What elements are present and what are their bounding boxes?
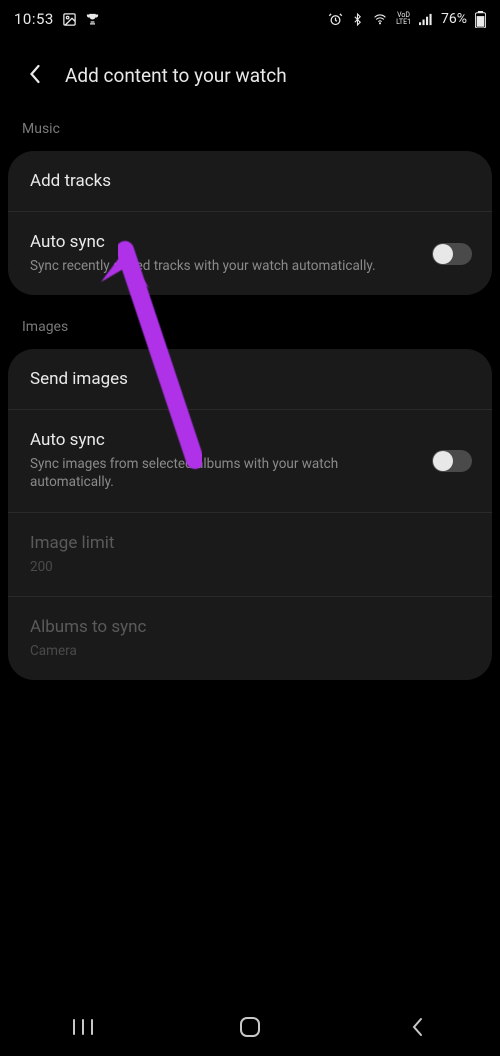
page-title: Add content to your watch [65, 64, 287, 87]
bluetooth-icon [351, 12, 364, 27]
status-bar: 10:53 VoDLTE1 76% [0, 0, 500, 38]
battery-percent: 76% [441, 11, 467, 27]
albums-to-sync-title: Albums to sync [30, 617, 470, 637]
images-auto-sync-row: Auto sync Sync images from selected albu… [8, 409, 492, 511]
nav-recents-button[interactable] [53, 1008, 113, 1049]
music-auto-sync-row: Auto sync Sync recently added tracks wit… [8, 211, 492, 295]
images-auto-sync-desc: Sync images from selected albums with yo… [30, 455, 390, 491]
alarm-icon [328, 12, 343, 27]
albums-to-sync-row: Albums to sync Camera [8, 596, 492, 680]
volte-icon: VoDLTE1 [396, 12, 411, 26]
battery-icon [475, 11, 486, 28]
system-nav-bar [0, 1000, 500, 1056]
status-time: 10:53 [14, 10, 54, 28]
send-images-row[interactable]: Send images [8, 349, 492, 409]
wifi-icon [372, 13, 388, 26]
image-limit-row: Image limit 200 [8, 512, 492, 596]
trophy-icon [85, 12, 100, 27]
image-icon [62, 12, 77, 27]
chevron-left-icon [28, 72, 41, 87]
add-tracks-row[interactable]: Add tracks [8, 151, 492, 211]
music-card: Add tracks Auto sync Sync recently added… [8, 151, 492, 295]
music-auto-sync-desc: Sync recently added tracks with your wat… [30, 257, 390, 275]
section-label-music: Music [0, 115, 500, 147]
signal-icon [419, 13, 433, 26]
images-card: Send images Auto sync Sync images from s… [8, 349, 492, 680]
page-header: Add content to your watch [0, 38, 500, 115]
send-images-label: Send images [30, 369, 470, 389]
music-auto-sync-title: Auto sync [30, 232, 470, 252]
albums-to-sync-value: Camera [30, 642, 390, 660]
nav-home-button[interactable] [220, 1006, 280, 1051]
back-button[interactable] [22, 58, 47, 93]
section-label-images: Images [0, 313, 500, 345]
images-auto-sync-title: Auto sync [30, 430, 470, 450]
add-tracks-label: Add tracks [30, 171, 470, 191]
music-auto-sync-toggle[interactable] [432, 243, 472, 265]
image-limit-value: 200 [30, 558, 390, 576]
image-limit-title: Image limit [30, 533, 470, 553]
images-auto-sync-toggle[interactable] [432, 450, 472, 472]
nav-back-button[interactable] [387, 1007, 447, 1050]
recents-icon [72, 1018, 94, 1039]
nav-back-icon [410, 1017, 424, 1040]
home-icon [239, 1016, 261, 1041]
